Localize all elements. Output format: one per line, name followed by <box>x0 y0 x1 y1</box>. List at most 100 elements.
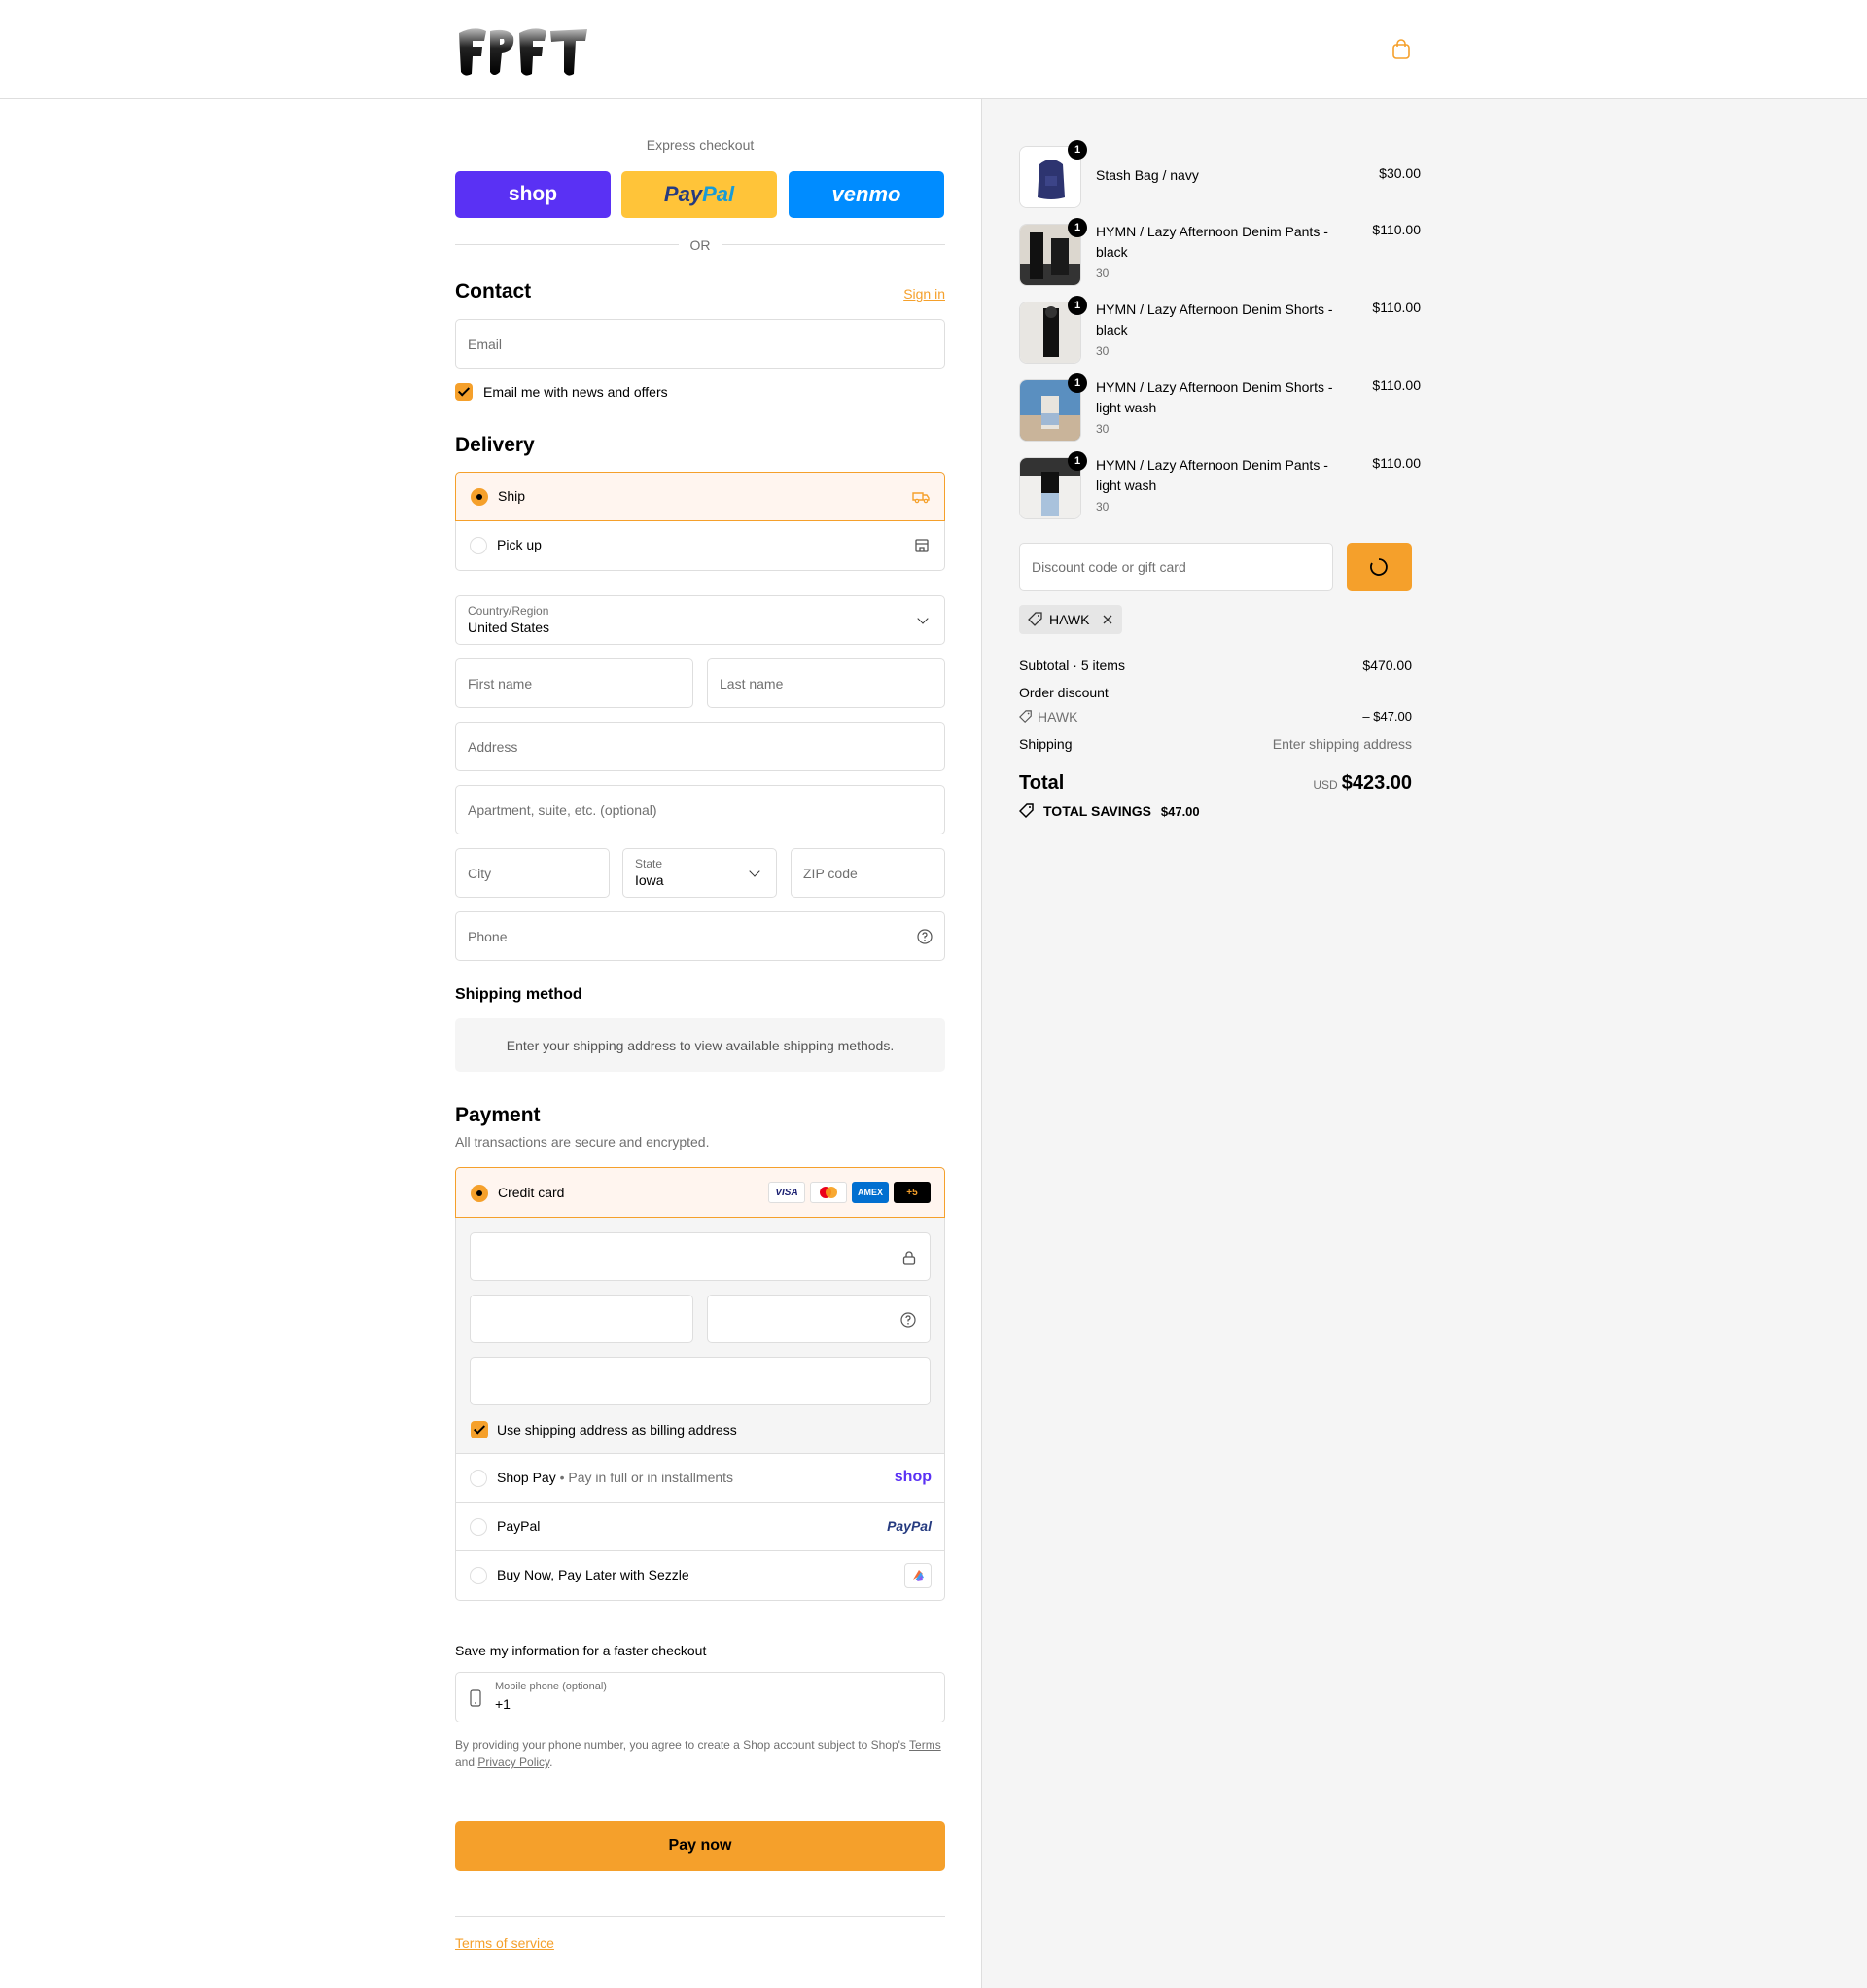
state-select[interactable]: State Iowa <box>622 848 777 898</box>
subtotal-label: Subtotal · 5 items <box>1019 657 1125 673</box>
state-label: State <box>635 857 663 870</box>
item-price: $110.00 <box>1372 377 1421 393</box>
discount-value: – $47.00 <box>1362 709 1412 724</box>
privacy-policy-link[interactable]: Privacy Policy <box>477 1756 549 1769</box>
truck-icon <box>912 492 930 504</box>
store-icon <box>915 539 929 552</box>
email-field[interactable]: Email <box>455 319 945 369</box>
amex-icon: AMEX <box>852 1182 889 1203</box>
shopping-bag-icon[interactable] <box>1391 39 1412 60</box>
chevron-down-icon <box>749 866 760 877</box>
country-value: United States <box>468 620 550 635</box>
mobile-phone-value: +1 <box>495 1696 511 1712</box>
expiration-date-field[interactable] <box>470 1295 693 1343</box>
shop-pay-title: Shop Pay <box>497 1470 556 1485</box>
savings-label: TOTAL SAVINGS <box>1043 803 1151 819</box>
shop-legal-text: By providing your phone number, you agre… <box>455 1736 945 1771</box>
email-placeholder: Email <box>468 336 503 352</box>
contact-heading: Contact <box>455 280 532 302</box>
venmo-express-button[interactable]: venmo <box>789 171 944 218</box>
payment-subtitle: All transactions are secure and encrypte… <box>455 1134 710 1150</box>
item-variant: 30 <box>1096 266 1110 280</box>
news-offers-checkbox[interactable] <box>455 383 473 401</box>
shop-pay-radio[interactable] <box>470 1470 487 1487</box>
pickup-radio[interactable] <box>470 537 487 554</box>
total-amount: USD $423.00 <box>1217 772 1412 795</box>
address-field[interactable]: Address <box>455 722 945 771</box>
paypal-express-button[interactable]: Pay Pal <box>621 171 777 218</box>
item-variant: 30 <box>1096 500 1110 514</box>
terms-link[interactable]: Terms <box>909 1738 941 1752</box>
shop-pay-option[interactable]: Shop Pay • Pay in full or in installment… <box>455 1454 945 1503</box>
security-code-field[interactable] <box>707 1295 931 1343</box>
sezzle-logo-icon <box>904 1563 932 1588</box>
store-logo[interactable] <box>455 23 591 78</box>
sezzle-radio[interactable] <box>470 1567 487 1584</box>
ship-radio[interactable] <box>471 488 488 506</box>
help-icon[interactable] <box>900 1312 916 1328</box>
savings-tag-icon <box>1019 803 1034 819</box>
footer-divider <box>455 1916 945 1917</box>
visa-icon: VISA <box>768 1182 805 1203</box>
total-label: Total <box>1019 772 1065 794</box>
credit-card-label: Credit card <box>498 1185 565 1200</box>
last-name-field[interactable]: Last name <box>707 658 945 708</box>
mobile-phone-icon <box>470 1689 481 1707</box>
or-label: OR <box>689 237 711 253</box>
phone-placeholder: Phone <box>468 928 508 944</box>
shipping-label: Shipping <box>1019 736 1073 752</box>
help-icon[interactable] <box>917 929 933 944</box>
remove-discount-icon[interactable] <box>1101 613 1114 626</box>
zip-field[interactable]: ZIP code <box>791 848 945 898</box>
delivery-option-ship[interactable]: Ship <box>455 472 945 521</box>
pay-now-button[interactable]: Pay now <box>455 1821 945 1871</box>
paypal-option[interactable]: PayPal PayPal <box>455 1503 945 1551</box>
currency-label: USD <box>1313 778 1338 792</box>
shipping-method-notice: Enter your shipping address to view avai… <box>455 1018 945 1072</box>
item-name: HYMN / Lazy Afternoon Denim Shorts - bla… <box>1096 302 1333 337</box>
paypal-text-b: Pal <box>702 182 735 206</box>
shop-pay-express-button[interactable]: shop <box>455 171 611 218</box>
or-divider: OR <box>455 235 945 255</box>
sezzle-option[interactable]: Buy Now, Pay Later with Sezzle <box>455 1551 945 1601</box>
item-price: $110.00 <box>1372 300 1421 315</box>
terms-of-service-link[interactable]: Terms of service <box>455 1935 554 1951</box>
last-name-placeholder: Last name <box>720 675 784 692</box>
shop-pay-subtitle: Pay in full or in installments <box>568 1470 734 1485</box>
country-label: Country/Region <box>468 604 549 618</box>
save-info-heading: Save my information for a faster checkou… <box>455 1643 707 1658</box>
header <box>0 0 1867 99</box>
chevron-down-icon <box>917 613 929 624</box>
legal-text-a: By providing your phone number, you agre… <box>455 1738 910 1752</box>
sign-in-link[interactable]: Sign in <box>903 286 945 302</box>
first-name-field[interactable]: First name <box>455 658 693 708</box>
credit-card-option[interactable]: Credit card VISA AMEX +5 <box>455 1167 945 1218</box>
mobile-phone-field[interactable]: Mobile phone (optional) +1 <box>455 1672 945 1722</box>
paypal-label: PayPal <box>497 1518 541 1534</box>
item-name: HYMN / Lazy Afternoon Denim Shorts - lig… <box>1096 379 1333 415</box>
savings-value: $47.00 <box>1160 804 1200 819</box>
mobile-phone-label: Mobile phone (optional) <box>495 1681 607 1692</box>
discount-code-input[interactable]: Discount code or gift card <box>1019 543 1333 591</box>
item-price: $110.00 <box>1372 455 1421 471</box>
card-number-field[interactable] <box>470 1232 931 1281</box>
item-name: HYMN / Lazy Afternoon Denim Pants - blac… <box>1096 224 1328 260</box>
billing-address-checkbox[interactable] <box>471 1421 488 1438</box>
item-name: Stash Bag / navy <box>1096 167 1199 183</box>
item-price: $30.00 <box>1379 165 1421 181</box>
apartment-placeholder: Apartment, suite, etc. (optional) <box>468 801 657 818</box>
name-on-card-field[interactable] <box>470 1357 931 1405</box>
quantity-badge: 1 <box>1068 218 1087 237</box>
phone-field[interactable]: Phone <box>455 911 945 961</box>
zip-placeholder: ZIP code <box>803 865 858 881</box>
credit-card-radio[interactable] <box>471 1185 488 1202</box>
apartment-field[interactable]: Apartment, suite, etc. (optional) <box>455 785 945 834</box>
mastercard-icon <box>810 1182 847 1203</box>
paypal-radio[interactable] <box>470 1518 487 1536</box>
apply-discount-button[interactable] <box>1347 543 1412 591</box>
delivery-option-pickup[interactable]: Pick up <box>455 521 945 571</box>
country-select[interactable]: Country/Region United States <box>455 595 945 645</box>
city-field[interactable]: City <box>455 848 610 898</box>
item-name: HYMN / Lazy Afternoon Denim Pants - ligh… <box>1096 457 1328 493</box>
card-details-panel: Use shipping address as billing address <box>456 1218 944 1454</box>
